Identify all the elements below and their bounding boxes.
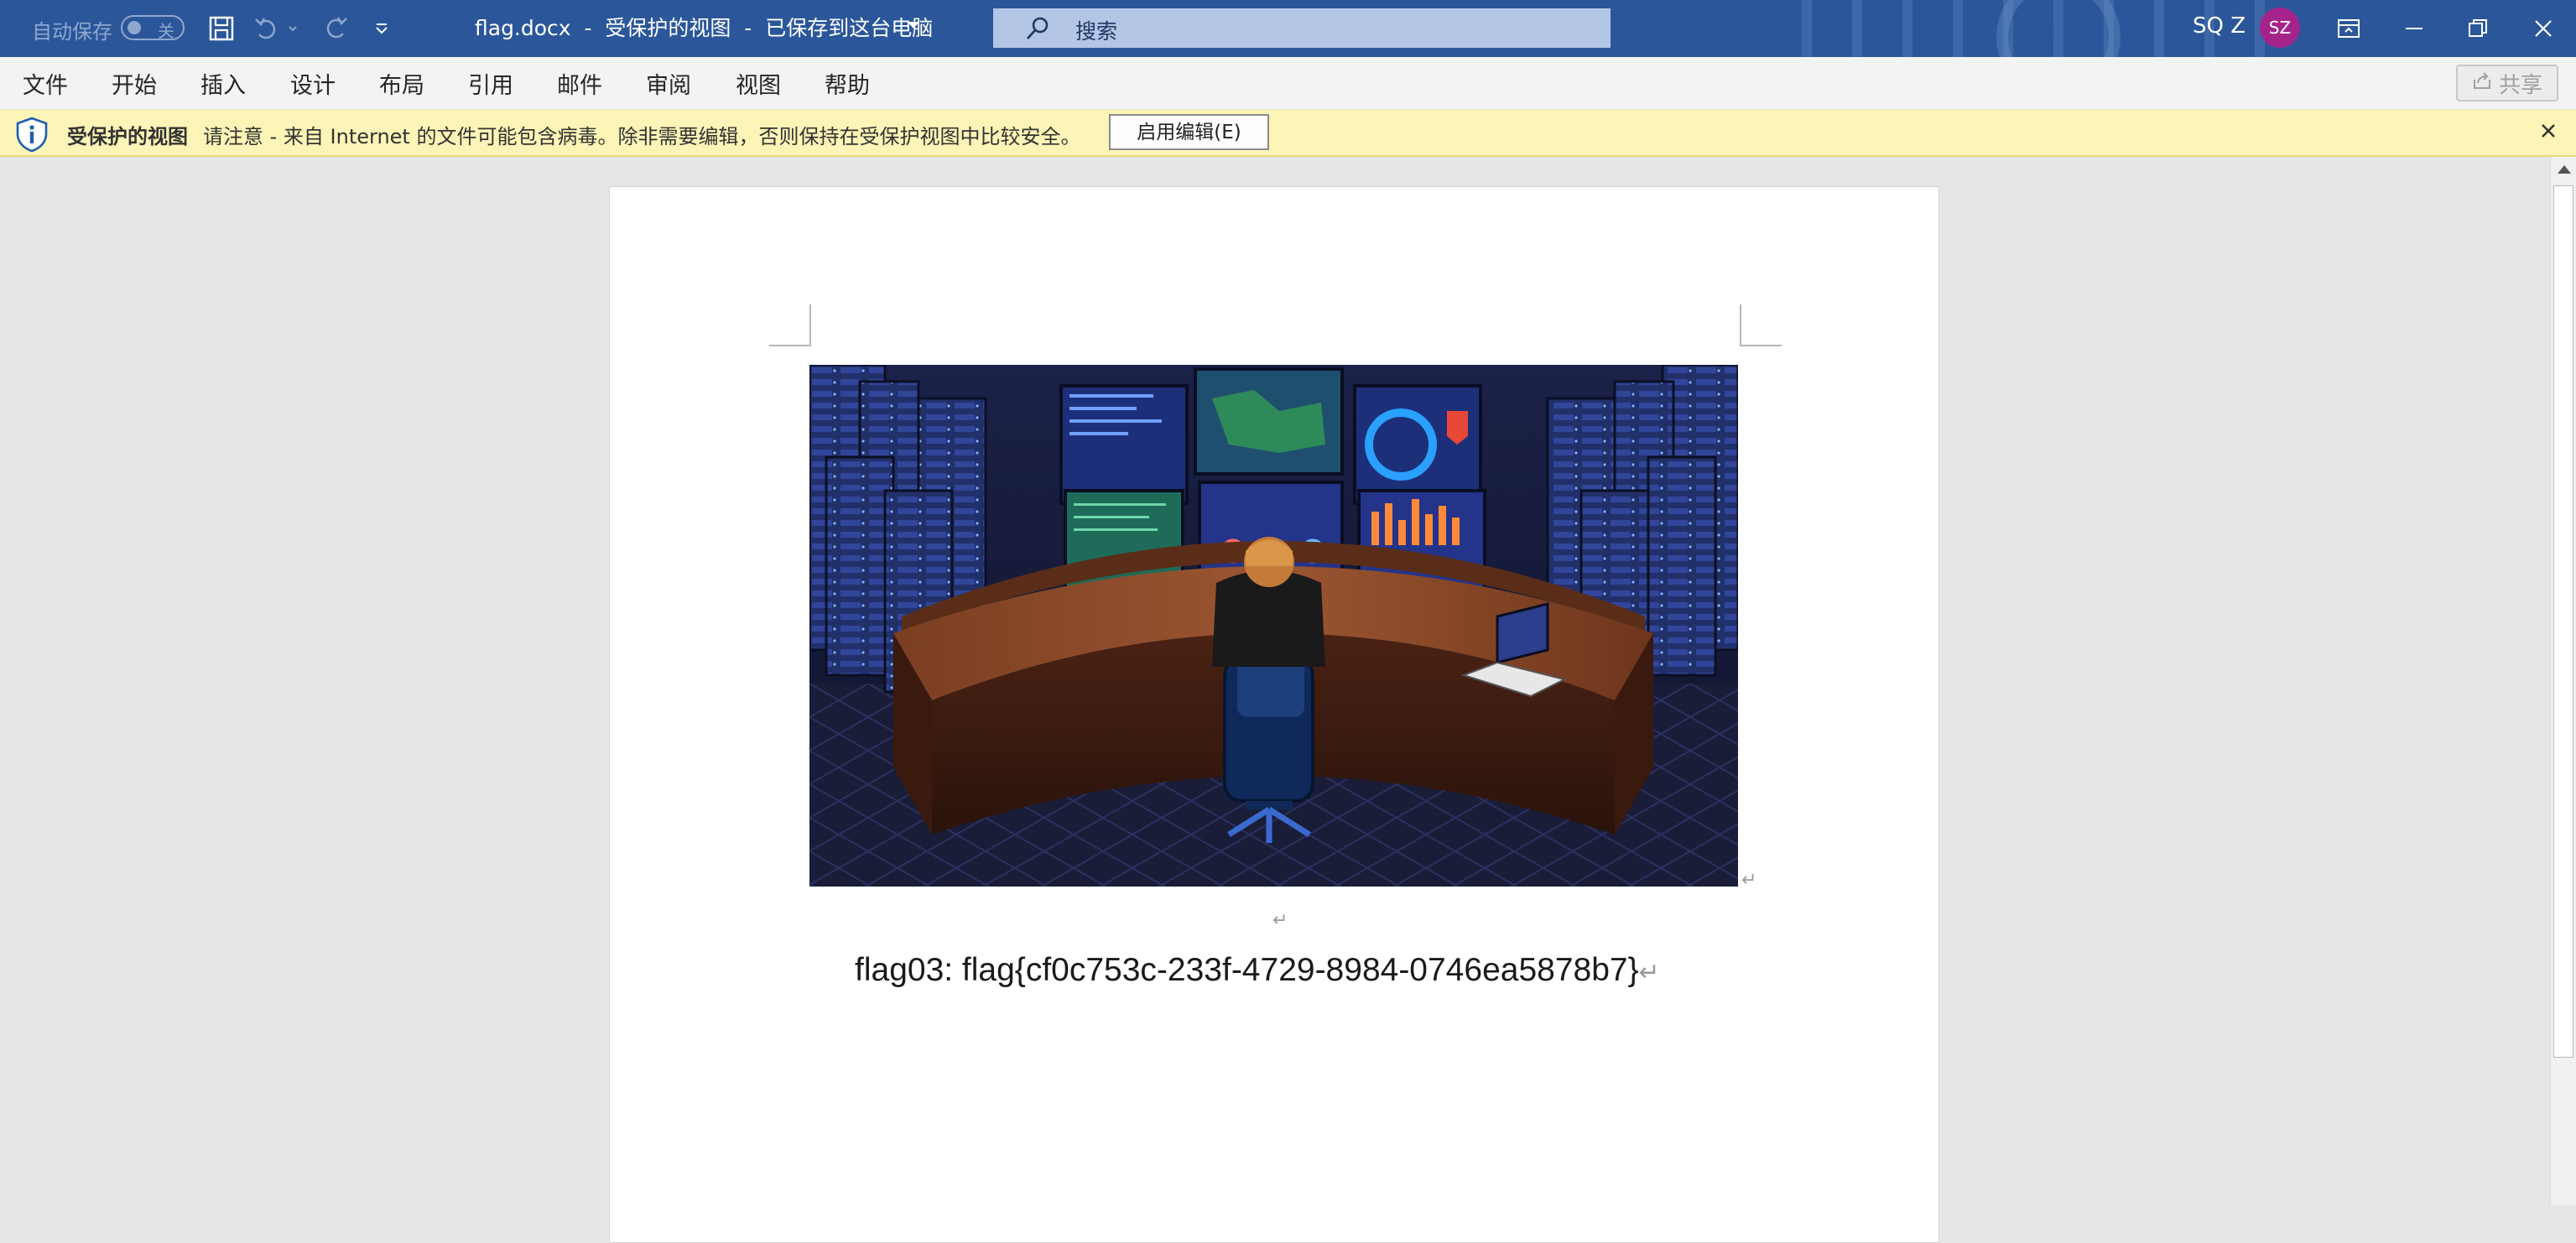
title-dropdown-chevron-icon[interactable] bbox=[908, 22, 919, 29]
scroll-up-arrow-icon[interactable] bbox=[2558, 165, 2571, 174]
tab-design[interactable]: 设计 bbox=[290, 67, 336, 100]
server-room-illustration bbox=[809, 365, 1738, 887]
flag-text: flag03: flag{cf0c753c-233f-4729-8984-074… bbox=[855, 952, 1639, 988]
vertical-scrollbar[interactable] bbox=[2550, 157, 2576, 1205]
search-icon bbox=[1025, 16, 1050, 44]
save-icon[interactable] bbox=[205, 12, 238, 45]
info-icon bbox=[13, 116, 50, 156]
tab-layout[interactable]: 布局 bbox=[379, 67, 424, 100]
document-page[interactable]: ↵ ↵ flag03: flag{cf0c753c-233f-4729-8984… bbox=[609, 186, 1939, 1243]
share-icon bbox=[2472, 70, 2492, 96]
tab-review[interactable]: 审阅 bbox=[646, 67, 691, 100]
document-workspace[interactable]: ↵ ↵ flag03: flag{cf0c753c-233f-4729-8984… bbox=[0, 157, 2550, 1243]
analyst-figure bbox=[1212, 537, 1325, 843]
autosave-state: 关 bbox=[158, 21, 174, 41]
redo-icon[interactable] bbox=[319, 12, 354, 45]
autosave-toggle[interactable]: 关 bbox=[121, 15, 185, 41]
tab-view[interactable]: 视图 bbox=[736, 67, 781, 100]
paragraph-mark-flag-line: ↵ bbox=[1638, 959, 1660, 986]
protected-view-title: 受保护的视图 bbox=[67, 125, 188, 148]
flag-text-paragraph[interactable]: flag03: flag{cf0c753c-233f-4729-8984-074… bbox=[855, 952, 1660, 989]
protected-view-bar: 受保护的视图 请注意 - 来自 Internet 的文件可能包含病毒。除非需要编… bbox=[0, 110, 2576, 157]
margin-corner-mark-right bbox=[1740, 304, 1782, 346]
restore-icon[interactable] bbox=[2453, 8, 2503, 49]
close-message-bar-icon[interactable] bbox=[2540, 120, 2557, 145]
autosave-toggle-knob bbox=[127, 21, 141, 34]
search-box[interactable]: 搜索 bbox=[993, 8, 1611, 48]
user-name[interactable]: SQ Z bbox=[2193, 13, 2246, 39]
ribbon-tabs: 文件 开始 插入 设计 布局 引用 邮件 审阅 视图 帮助 共享 bbox=[0, 57, 2576, 110]
tab-help[interactable]: 帮助 bbox=[825, 67, 870, 100]
share-button[interactable]: 共享 bbox=[2456, 65, 2558, 101]
tab-file[interactable]: 文件 bbox=[23, 67, 68, 100]
scrollbar-thumb[interactable] bbox=[2553, 185, 2573, 1058]
document-picture[interactable] bbox=[809, 365, 1738, 887]
protected-view-message: 请注意 - 来自 Internet 的文件可能包含病毒。除非需要编辑，否则保持在… bbox=[203, 125, 1081, 148]
tab-references[interactable]: 引用 bbox=[468, 67, 513, 100]
title-bar-decoration-circle bbox=[1996, 0, 2121, 57]
title-bar: 自动保存 关 flag.docx - 受保护的视图 - 已保存到这台电脑 搜索 … bbox=[0, 0, 2576, 57]
undo-icon[interactable] bbox=[252, 12, 304, 45]
minimize-icon[interactable] bbox=[2389, 8, 2439, 49]
ribbon-display-options-icon[interactable] bbox=[2324, 8, 2374, 49]
document-title[interactable]: flag.docx - 受保护的视图 - 已保存到这台电脑 bbox=[475, 12, 933, 42]
customize-quick-access-icon[interactable] bbox=[369, 12, 394, 45]
tab-home[interactable]: 开始 bbox=[112, 67, 157, 100]
tab-mailings[interactable]: 邮件 bbox=[557, 67, 602, 100]
paragraph-mark-empty-line: ↵ bbox=[1272, 910, 1288, 931]
close-icon[interactable] bbox=[2518, 8, 2568, 49]
search-placeholder: 搜索 bbox=[1075, 19, 1118, 44]
enable-editing-button[interactable]: 启用编辑(E) bbox=[1109, 114, 1269, 150]
autosave-label: 自动保存 bbox=[32, 20, 112, 44]
margin-corner-mark-left bbox=[769, 304, 811, 346]
avatar[interactable]: SZ bbox=[2260, 8, 2300, 48]
tab-insert[interactable]: 插入 bbox=[200, 67, 246, 100]
share-label: 共享 bbox=[2498, 72, 2542, 98]
paragraph-mark-after-image: ↵ bbox=[1741, 870, 1757, 891]
